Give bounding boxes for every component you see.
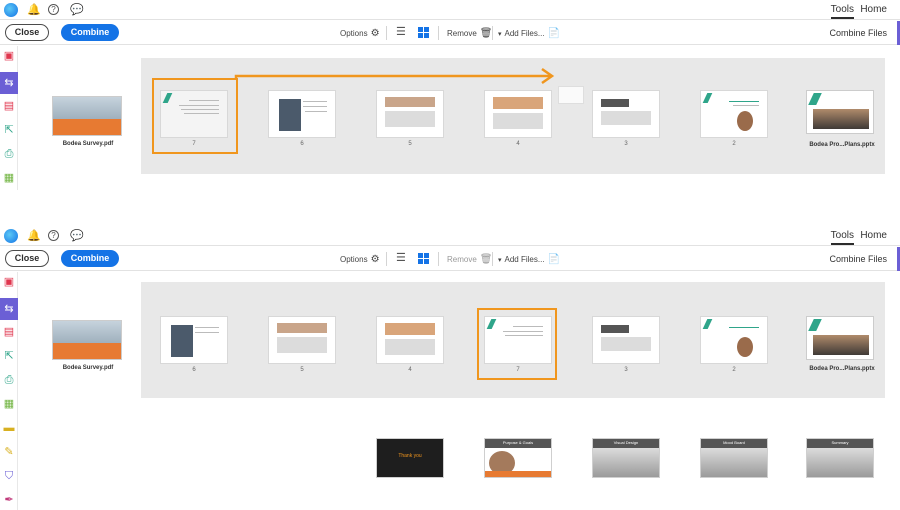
- slide-title: Thank you: [398, 453, 422, 459]
- page-number: 6: [192, 367, 196, 373]
- close-button[interactable]: Close: [5, 250, 49, 267]
- drag-arrow: [234, 67, 555, 85]
- slide-title: Summary: [831, 440, 849, 445]
- slide-thumbnail[interactable]: Purpose & Goals 4: [484, 438, 552, 478]
- page-number: 4: [408, 367, 412, 373]
- combine-button[interactable]: Combine: [61, 250, 119, 267]
- moved-page-highlight: [477, 308, 557, 380]
- slide-thumbnail[interactable]: Mood Board 5: [700, 438, 768, 478]
- gear-icon: ⚙: [370, 254, 380, 265]
- organize-tool-icon[interactable]: ▤: [3, 326, 15, 338]
- combine-tool-icon[interactable]: ⇆: [0, 298, 18, 320]
- tab-home[interactable]: Home: [860, 230, 887, 241]
- toolbar-divider: [438, 252, 439, 266]
- pptx-file-thumbnail: [806, 316, 874, 360]
- slide-title: Purpose & Goals: [502, 440, 534, 445]
- remove-label: Remove: [447, 255, 477, 264]
- remove-button[interactable]: Remove 🗑: [447, 254, 493, 265]
- tools-sidebar: ▣ ⇆ ▤ ⇱ ⎙ ▦ ▬ ✎ ⛉ ✒: [0, 272, 18, 510]
- pdf-file-thumbnail: [52, 320, 122, 360]
- comment-tool-icon[interactable]: ▬: [3, 422, 15, 434]
- chat-icon[interactable]: 💬: [70, 229, 84, 243]
- slide-title: Visual Design: [613, 440, 639, 445]
- protect-tool-icon[interactable]: ⛉: [3, 470, 15, 482]
- page-number: 2: [732, 367, 736, 373]
- slide-title: Mood Board: [723, 440, 745, 445]
- gift-tool-icon[interactable]: ▣: [3, 276, 15, 288]
- combine-toolbar: Close Combine Options ⚙ ☰ Remove 🗑 ▾ Add…: [0, 247, 900, 271]
- toolbar-divider: [386, 252, 387, 266]
- combine-panel-before: 🔔 ? 💬 Tools Home Close Combine Options ⚙…: [0, 0, 900, 190]
- add-files-label: Add Files...: [504, 255, 545, 264]
- top-bar: 🔔 ? 💬 Tools Home: [0, 226, 900, 246]
- slide-thumbnail[interactable]: Summary 2: [806, 438, 874, 478]
- add-files-button[interactable]: ▾ Add Files... 📄: [498, 254, 560, 265]
- grid-view-icon[interactable]: [418, 253, 429, 264]
- page-number: 5: [300, 367, 304, 373]
- help-icon[interactable]: ?: [48, 230, 59, 241]
- fill-sign-tool-icon[interactable]: ✎: [3, 446, 15, 458]
- toolbar-divider: [492, 252, 493, 266]
- options-label: Options: [340, 255, 368, 264]
- trash-icon: 🗑: [479, 254, 493, 265]
- slide-thumbnail[interactable]: Visual Design 3: [592, 438, 660, 478]
- add-file-icon: 📄: [547, 254, 560, 265]
- bell-icon[interactable]: 🔔: [27, 229, 41, 243]
- export-tool-icon[interactable]: ⇱: [3, 350, 15, 362]
- compress-tool-icon[interactable]: ▦: [3, 398, 15, 410]
- tab-tools[interactable]: Tools: [830, 230, 855, 245]
- sign-tool-icon[interactable]: ✒: [3, 494, 15, 506]
- options-button[interactable]: Options ⚙: [340, 254, 380, 265]
- slide-thumbnail[interactable]: Thank you 6: [376, 438, 444, 478]
- panel-title: Combine Files: [829, 254, 887, 264]
- list-view-icon[interactable]: ☰: [396, 253, 407, 264]
- pdf-file-name: Bodea Survey.pdf: [62, 365, 114, 371]
- pptx-file-name: Bodea Pro...Plans.pptx: [809, 366, 875, 372]
- combine-panel-after: 🔔 ? 💬 Tools Home Close Combine Options ⚙…: [0, 226, 900, 510]
- print-tool-icon[interactable]: ⎙: [3, 374, 15, 386]
- page-number: 3: [624, 367, 628, 373]
- acrobat-cloud-icon[interactable]: [4, 229, 18, 243]
- chevron-down-icon: ▾: [498, 256, 502, 264]
